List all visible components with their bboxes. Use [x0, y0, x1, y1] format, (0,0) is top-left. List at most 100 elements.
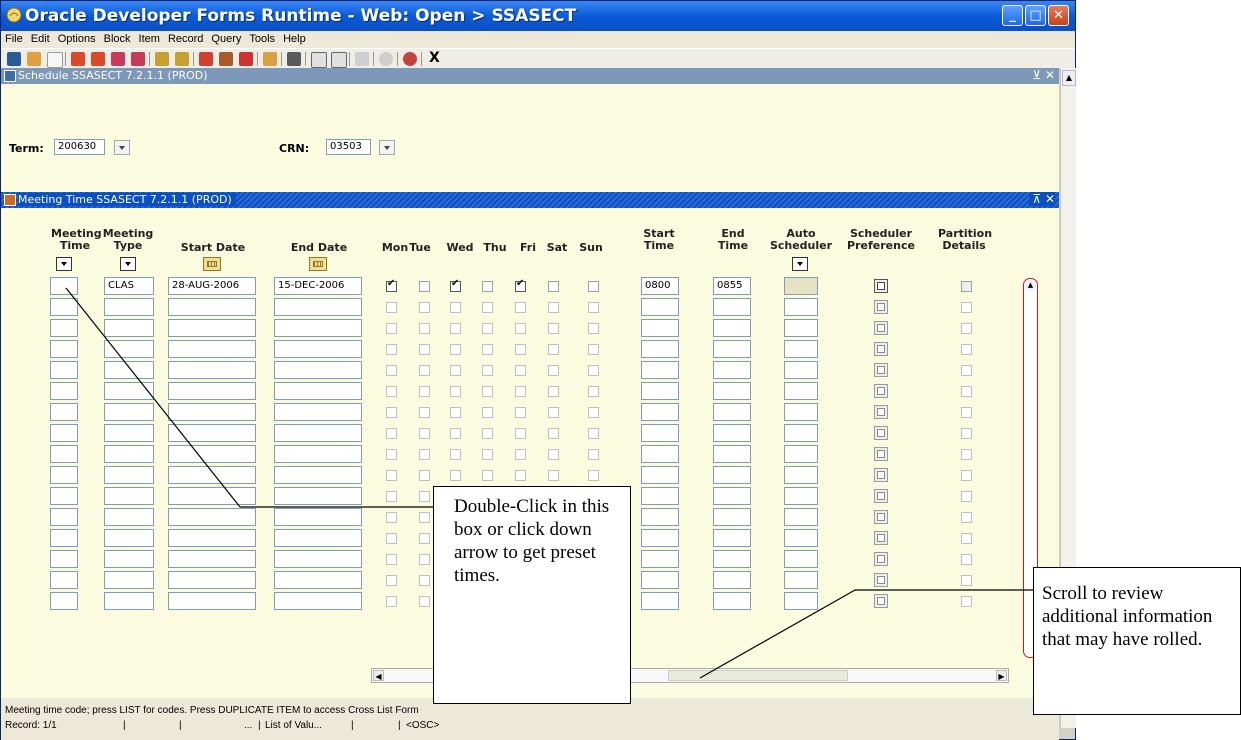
- sun-checkbox[interactable]: [588, 470, 599, 481]
- partition-details-checkbox[interactable]: [961, 386, 972, 397]
- meeting-time-field[interactable]: [50, 340, 78, 358]
- sat-checkbox[interactable]: [548, 302, 559, 313]
- wed-checkbox[interactable]: [450, 323, 461, 334]
- wed-checkbox[interactable]: [450, 278, 461, 292]
- end-time-field[interactable]: [713, 445, 751, 463]
- thu-checkbox[interactable]: [482, 470, 493, 481]
- sat-checkbox[interactable]: [548, 386, 559, 397]
- scroll-left-icon[interactable]: ◀: [373, 670, 384, 681]
- auto-scheduler-field[interactable]: [784, 487, 818, 505]
- start-time-field[interactable]: [641, 550, 679, 568]
- partition-details-checkbox[interactable]: [961, 554, 972, 565]
- meeting-type-field[interactable]: [104, 550, 154, 568]
- scheduler-preference-icon[interactable]: [874, 594, 888, 608]
- meeting-type-field[interactable]: [104, 361, 154, 379]
- scheduler-preference-icon[interactable]: [874, 489, 888, 503]
- meeting-type-field[interactable]: [104, 298, 154, 316]
- start-date-field[interactable]: [168, 466, 256, 484]
- fri-checkbox[interactable]: [515, 470, 526, 481]
- auto-scheduler-field[interactable]: [784, 319, 818, 337]
- delete-icon[interactable]: [239, 52, 253, 66]
- end-time-field[interactable]: [713, 340, 751, 358]
- start-time-field[interactable]: [641, 319, 679, 337]
- fri-checkbox[interactable]: [515, 449, 526, 460]
- menu-options[interactable]: Options: [54, 31, 100, 45]
- auto-scheduler-field[interactable]: [784, 550, 818, 568]
- meeting-time-field[interactable]: [50, 529, 78, 547]
- fri-checkbox[interactable]: [515, 428, 526, 439]
- help-icon[interactable]: [403, 52, 417, 66]
- next-block-icon[interactable]: [131, 52, 145, 66]
- fri-checkbox[interactable]: [515, 302, 526, 313]
- auto-scheduler-field[interactable]: [784, 592, 818, 610]
- start-time-field[interactable]: [641, 487, 679, 505]
- end-time-field[interactable]: [713, 466, 751, 484]
- meeting-time-field[interactable]: [50, 382, 78, 400]
- partition-details-checkbox[interactable]: [961, 533, 972, 544]
- start-date-calendar-icon[interactable]: [203, 257, 221, 271]
- scheduler-preference-icon[interactable]: [874, 510, 888, 524]
- wed-checkbox[interactable]: [450, 407, 461, 418]
- print-icon[interactable]: [263, 52, 277, 66]
- term-input[interactable]: 200630: [54, 139, 105, 155]
- partition-details-checkbox[interactable]: [961, 281, 972, 292]
- sat-checkbox[interactable]: [548, 281, 559, 292]
- scheduler-preference-icon[interactable]: [874, 321, 888, 335]
- auto-scheduler-lov-button[interactable]: [792, 257, 808, 271]
- thu-checkbox[interactable]: [482, 365, 493, 376]
- wed-checkbox[interactable]: [450, 386, 461, 397]
- tue-checkbox[interactable]: [419, 533, 430, 544]
- meeting-time-field[interactable]: [50, 466, 78, 484]
- tue-checkbox[interactable]: [419, 407, 430, 418]
- end-time-field[interactable]: [713, 319, 751, 337]
- sat-checkbox[interactable]: [548, 323, 559, 334]
- thu-checkbox[interactable]: [482, 407, 493, 418]
- maximize-button[interactable]: □: [1025, 5, 1046, 26]
- end-time-field[interactable]: [713, 571, 751, 589]
- partition-details-checkbox[interactable]: [961, 575, 972, 586]
- sun-checkbox[interactable]: [588, 386, 599, 397]
- meeting-type-field[interactable]: [104, 508, 154, 526]
- thu-checkbox[interactable]: [482, 428, 493, 439]
- meeting-time-field[interactable]: [50, 445, 78, 463]
- start-date-field[interactable]: [168, 487, 256, 505]
- execute-query-icon[interactable]: [175, 52, 189, 66]
- start-date-field[interactable]: [168, 592, 256, 610]
- thu-checkbox[interactable]: [482, 302, 493, 313]
- start-date-field[interactable]: [168, 298, 256, 316]
- menu-record[interactable]: Record: [164, 31, 207, 45]
- tue-checkbox[interactable]: [419, 491, 430, 502]
- auto-scheduler-field[interactable]: [784, 340, 818, 358]
- speaker-icon[interactable]: [355, 52, 369, 66]
- mon-checkbox[interactable]: [386, 596, 397, 607]
- start-time-field[interactable]: [641, 466, 679, 484]
- scheduler-preference-icon[interactable]: [874, 363, 888, 377]
- x-icon[interactable]: [311, 52, 327, 68]
- meeting-time-field[interactable]: [50, 361, 78, 379]
- start-time-field[interactable]: [641, 445, 679, 463]
- x2-icon[interactable]: [331, 52, 347, 68]
- end-time-field[interactable]: [713, 361, 751, 379]
- mon-checkbox[interactable]: [386, 323, 397, 334]
- sat-checkbox[interactable]: [548, 407, 559, 418]
- start-time-field[interactable]: [641, 529, 679, 547]
- meeting-type-field[interactable]: [104, 340, 154, 358]
- mon-checkbox[interactable]: [386, 365, 397, 376]
- fri-checkbox[interactable]: [515, 278, 526, 292]
- auto-scheduler-field[interactable]: [784, 298, 818, 316]
- start-time-field[interactable]: 0800: [641, 277, 679, 295]
- scroll-right-icon[interactable]: ▶: [996, 670, 1007, 681]
- meeting-time-field[interactable]: [50, 319, 78, 337]
- wed-checkbox[interactable]: [450, 428, 461, 439]
- scheduler-preference-icon[interactable]: [874, 573, 888, 587]
- block-controls-icon[interactable]: ⊼ ✕: [1029, 192, 1055, 206]
- start-date-field[interactable]: [168, 424, 256, 442]
- print2-icon[interactable]: [287, 52, 301, 66]
- end-date-field[interactable]: [274, 361, 362, 379]
- partition-details-checkbox[interactable]: [961, 365, 972, 376]
- end-date-field[interactable]: [274, 592, 362, 610]
- scroll-up-icon[interactable]: ▲: [1062, 70, 1076, 86]
- meeting-time-field[interactable]: [50, 277, 78, 295]
- end-time-field[interactable]: [713, 508, 751, 526]
- auto-scheduler-field[interactable]: [784, 403, 818, 421]
